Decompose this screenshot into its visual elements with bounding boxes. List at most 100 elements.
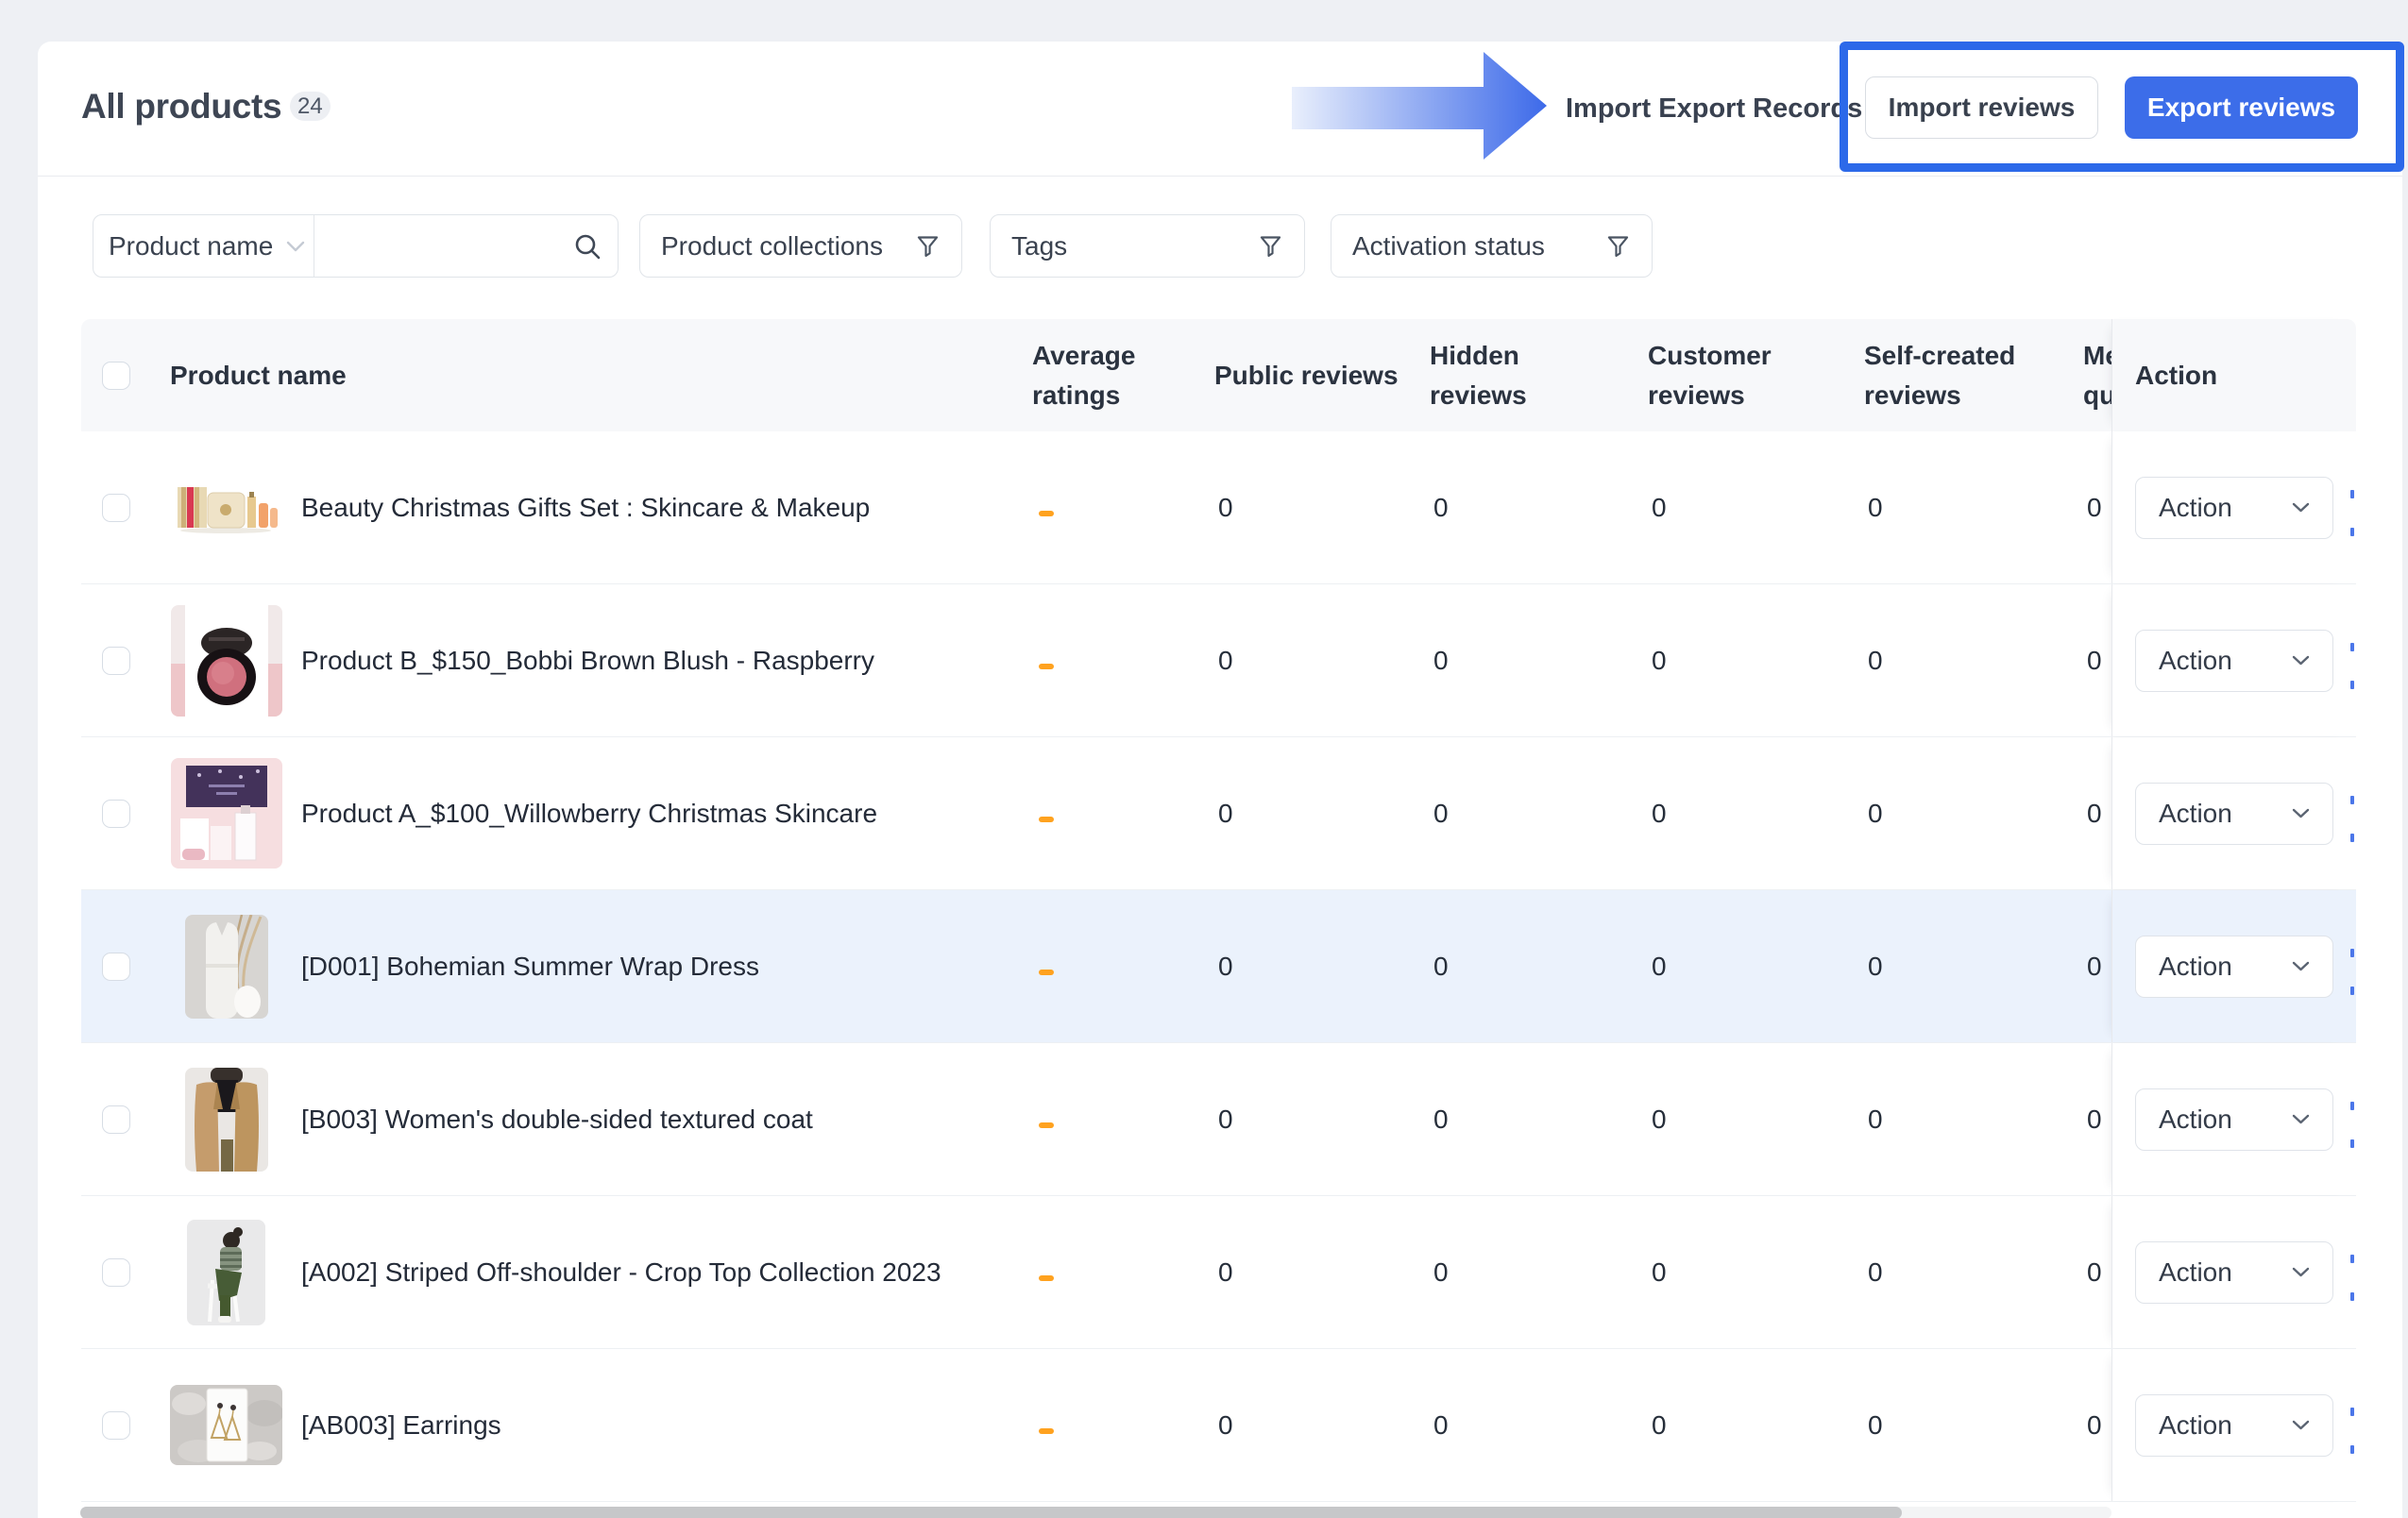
row-checkbox[interactable] bbox=[102, 494, 130, 522]
average-rating-dash bbox=[1039, 970, 1054, 975]
table-header-row: Product name Average ratings Public revi… bbox=[81, 319, 2356, 431]
hidden-reviews-cell: 0 bbox=[1427, 1410, 1645, 1441]
search-input[interactable] bbox=[314, 231, 572, 261]
row-checkbox[interactable] bbox=[102, 1105, 130, 1134]
row-checkbox[interactable] bbox=[102, 1411, 130, 1440]
self-created-reviews-cell: 0 bbox=[1861, 1410, 2080, 1441]
product-collections-filter[interactable]: Product collections bbox=[639, 214, 962, 278]
funnel-icon bbox=[915, 233, 941, 259]
self-created-reviews-cell: 0 bbox=[1861, 952, 2080, 982]
customer-reviews-cell: 0 bbox=[1645, 952, 1861, 982]
table-row: Product B_$150_Bobbi Brown Blush - Raspb… bbox=[81, 584, 2356, 737]
column-header-customer-reviews: Customer reviews bbox=[1645, 336, 1861, 415]
average-rating-cell bbox=[1029, 493, 1212, 523]
self-created-reviews-cell: 0 bbox=[1861, 646, 2080, 676]
row-checkbox[interactable] bbox=[102, 953, 130, 981]
products-table: Product name Average ratings Public revi… bbox=[81, 319, 2356, 1502]
table-row: [B003] Women's double-sided textured coa… bbox=[81, 1043, 2356, 1196]
activation-status-label: Activation status bbox=[1352, 231, 1545, 261]
action-cell: Action bbox=[2111, 1196, 2356, 1348]
funnel-icon bbox=[1605, 233, 1631, 259]
public-reviews-cell: 0 bbox=[1212, 1105, 1427, 1135]
customer-reviews-cell: 0 bbox=[1645, 1410, 1861, 1441]
average-rating-cell bbox=[1029, 646, 1212, 676]
horizontal-scrollbar-thumb[interactable] bbox=[80, 1507, 1902, 1518]
row-checkbox[interactable] bbox=[102, 647, 130, 675]
product-name: [A002] Striped Off-shoulder - Crop Top C… bbox=[301, 1257, 941, 1288]
average-rating-dash bbox=[1039, 1122, 1054, 1128]
all-products-page: All products 24 Import Export Records Im… bbox=[0, 0, 2408, 1518]
action-dropdown-button[interactable]: Action bbox=[2135, 1088, 2333, 1151]
funnel-icon bbox=[1258, 233, 1283, 259]
page-title: All products bbox=[81, 87, 281, 126]
public-reviews-cell: 0 bbox=[1212, 1257, 1427, 1288]
self-created-reviews-cell: 0 bbox=[1861, 1105, 2080, 1135]
search-field-control[interactable]: Product name bbox=[93, 214, 619, 278]
coat-thumbnail bbox=[185, 1068, 268, 1172]
product-name: [AB003] Earrings bbox=[301, 1410, 501, 1441]
tags-filter[interactable]: Tags bbox=[990, 214, 1305, 278]
column-header-hidden-reviews: Hidden reviews bbox=[1427, 336, 1645, 415]
chevron-down-icon bbox=[286, 241, 305, 252]
self-created-reviews-cell: 0 bbox=[1861, 493, 2080, 523]
gift-set-thumbnail bbox=[172, 481, 280, 535]
customer-reviews-cell: 0 bbox=[1645, 646, 1861, 676]
customer-reviews-cell: 0 bbox=[1645, 493, 1861, 523]
product-name: Beauty Christmas Gifts Set : Skincare & … bbox=[301, 493, 870, 523]
row-checkbox[interactable] bbox=[102, 1258, 130, 1287]
hidden-reviews-cell: 0 bbox=[1427, 646, 1645, 676]
annotation-arrow-icon bbox=[1292, 45, 1549, 168]
action-cell: Action bbox=[2111, 584, 2356, 736]
field-selector-label[interactable]: Product name bbox=[109, 231, 273, 261]
action-dropdown-button[interactable]: Action bbox=[2135, 783, 2333, 845]
self-created-reviews-cell: 0 bbox=[1861, 1257, 2080, 1288]
average-rating-cell bbox=[1029, 1105, 1212, 1135]
action-cell: Action bbox=[2111, 737, 2356, 889]
action-dropdown-button[interactable]: Action bbox=[2135, 630, 2333, 692]
action-dropdown-button[interactable]: Action bbox=[2135, 936, 2333, 998]
search-icon[interactable] bbox=[572, 231, 602, 261]
action-dropdown-button[interactable]: Action bbox=[2135, 1394, 2333, 1457]
column-header-action: Action bbox=[2111, 319, 2356, 431]
hidden-reviews-cell: 0 bbox=[1427, 952, 1645, 982]
hidden-reviews-cell: 0 bbox=[1427, 493, 1645, 523]
average-rating-dash bbox=[1039, 1428, 1054, 1434]
self-created-reviews-cell: 0 bbox=[1861, 799, 2080, 829]
average-rating-dash bbox=[1039, 1275, 1054, 1281]
average-rating-dash bbox=[1039, 817, 1054, 822]
customer-reviews-cell: 0 bbox=[1645, 1257, 1861, 1288]
column-header-public-reviews: Public reviews bbox=[1212, 356, 1427, 396]
product-count-badge: 24 bbox=[290, 92, 331, 121]
hidden-reviews-cell: 0 bbox=[1427, 1257, 1645, 1288]
average-rating-cell bbox=[1029, 1410, 1212, 1441]
action-dropdown-button[interactable]: Action bbox=[2135, 477, 2333, 539]
product-name: Product B_$150_Bobbi Brown Blush - Raspb… bbox=[301, 646, 874, 676]
public-reviews-cell: 0 bbox=[1212, 493, 1427, 523]
product-name: Product A_$100_Willowberry Christmas Ski… bbox=[301, 799, 877, 829]
action-cell: Action bbox=[2111, 431, 2356, 583]
import-export-records-link[interactable]: Import Export Records bbox=[1566, 93, 1862, 125]
activation-status-filter[interactable]: Activation status bbox=[1331, 214, 1653, 278]
blush-thumbnail bbox=[171, 605, 282, 717]
header-divider bbox=[38, 176, 2402, 177]
action-dropdown-button[interactable]: Action bbox=[2135, 1241, 2333, 1304]
table-row: Beauty Christmas Gifts Set : Skincare & … bbox=[81, 431, 2356, 584]
average-rating-dash bbox=[1039, 664, 1054, 669]
export-reviews-button[interactable]: Export reviews bbox=[2125, 76, 2358, 139]
product-collections-label: Product collections bbox=[661, 231, 883, 261]
import-reviews-button[interactable]: Import reviews bbox=[1865, 76, 2098, 139]
skincare-thumbnail bbox=[171, 758, 282, 869]
average-rating-cell bbox=[1029, 952, 1212, 982]
tags-label: Tags bbox=[1011, 231, 1067, 261]
column-header-self-created-reviews: Self-created reviews bbox=[1861, 336, 2080, 415]
row-checkbox[interactable] bbox=[102, 800, 130, 828]
average-rating-cell bbox=[1029, 799, 1212, 829]
action-cell: Action bbox=[2111, 1043, 2356, 1195]
table-row: Product A_$100_Willowberry Christmas Ski… bbox=[81, 737, 2356, 890]
action-cell: Action bbox=[2111, 890, 2356, 1042]
product-name: [B003] Women's double-sided textured coa… bbox=[301, 1105, 813, 1135]
table-row: [AB003] Earrings 0 0 0 0 0 Action bbox=[81, 1349, 2356, 1502]
product-name: [D001] Bohemian Summer Wrap Dress bbox=[301, 952, 759, 982]
select-all-checkbox[interactable] bbox=[102, 362, 130, 390]
earrings-thumbnail bbox=[170, 1385, 282, 1465]
